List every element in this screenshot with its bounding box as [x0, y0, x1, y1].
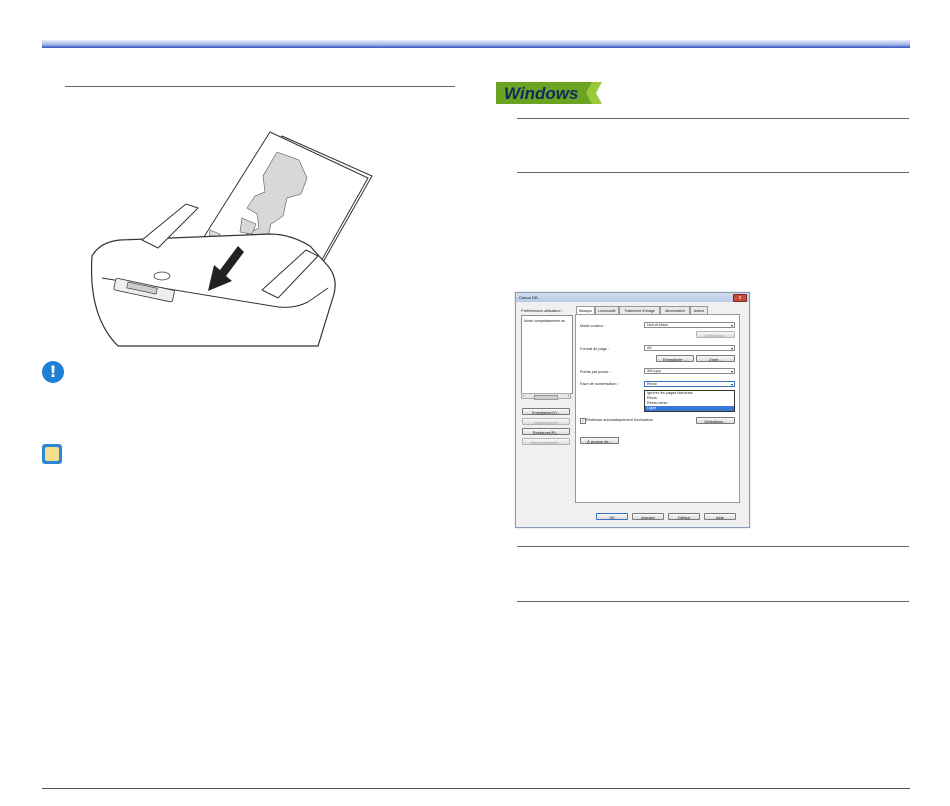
dropdown-option-highlighted[interactable]: Ligne: [645, 406, 734, 411]
chevron-down-icon: ▾: [730, 346, 733, 351]
tab-luminosite[interactable]: Luminosité: [595, 306, 619, 314]
backup-preferences-button[interactable]: Sauvegarder(K)...: [522, 438, 570, 445]
save-preferences-button[interactable]: Enregistrer(V)...: [522, 408, 570, 415]
dpi-value: 300 ppp: [647, 369, 661, 373]
preferences-list-item[interactable]: Mode compatissement au: [524, 319, 572, 323]
scan-side-value: Recto: [647, 382, 657, 386]
save-format-button[interactable]: Enregistrer ...: [656, 355, 694, 362]
hint-lightbulb-icon: [42, 444, 62, 464]
chevron-down-icon: ▾: [730, 369, 733, 374]
color-mode-select[interactable]: Noir et blanc ▾: [644, 322, 735, 328]
preferences-list[interactable]: Mode compatissement au: [521, 315, 573, 394]
dialog-title: Canon DR-: [519, 295, 540, 300]
caution-icon: !: [42, 361, 64, 383]
right-rule-3: [517, 546, 909, 547]
scan-side-dropdown-list: Ignorer les pages blanches Recto Recto-v…: [644, 390, 735, 412]
right-rule-2: [517, 172, 909, 173]
page-format-select[interactable]: A4 ▾: [644, 345, 735, 351]
windows-logo: Windows: [496, 82, 602, 104]
auto-deskew-label: Redresse automatiquement l'inclinaison: [586, 418, 653, 422]
preferences-scrollbar[interactable]: ‹ ›: [521, 393, 571, 400]
tab-alimentation[interactable]: Alimentation: [660, 306, 690, 314]
dpi-label: Points par pouce :: [580, 370, 611, 374]
scroll-left-arrow-icon[interactable]: ‹: [523, 394, 524, 398]
scan-side-select[interactable]: Recto ▾: [644, 381, 735, 387]
restore-preferences-button[interactable]: Restaurer(R)...: [522, 428, 570, 435]
chevron-down-icon: ▾: [730, 323, 733, 328]
right-rule-4: [517, 601, 909, 602]
chevron-down-icon: ▾: [730, 382, 733, 387]
page-format-label: Format de page :: [580, 347, 609, 351]
scanner-settings-dialog: Canon DR- x Préférences utilisateur : Mo…: [515, 292, 750, 528]
preferences-label: Préférences utilisateur :: [521, 308, 564, 313]
tab-autres[interactable]: Autres: [690, 306, 708, 314]
definitions-button-deskew[interactable]: Définitions...: [696, 417, 735, 424]
about-button[interactable]: À propos de...: [580, 437, 619, 444]
cancel-button[interactable]: Annuler: [632, 513, 664, 520]
top-header-bar: [42, 40, 910, 48]
tab-traitement-image[interactable]: Traitement d'image: [619, 306, 660, 314]
close-icon[interactable]: x: [733, 294, 747, 302]
dpi-select[interactable]: 300 ppp ▾: [644, 368, 735, 374]
dialog-title-bar: Canon DR- x: [516, 293, 749, 302]
ok-button[interactable]: OK: [596, 513, 628, 520]
left-section-rule: [65, 86, 455, 87]
color-mode-label: Mode couleur :: [580, 324, 606, 328]
definitions-button-color[interactable]: Définitions...: [696, 331, 735, 338]
scroll-thumb[interactable]: [534, 395, 558, 400]
right-rule-1: [517, 118, 909, 119]
color-mode-value: Noir et blanc: [647, 323, 669, 327]
help-button[interactable]: Aide: [704, 513, 736, 520]
scroll-right-arrow-icon[interactable]: ›: [568, 394, 569, 398]
default-button[interactable]: Défaut: [668, 513, 700, 520]
windows-logo-text: Windows: [504, 84, 578, 103]
page-format-value: A4: [647, 346, 652, 350]
scan-side-label: Face de numérisation :: [580, 382, 619, 386]
zone-button[interactable]: Zone...: [696, 355, 735, 362]
delete-preferences-button[interactable]: Supprimer(D): [522, 418, 570, 425]
scanner-illustration: [90, 131, 373, 347]
footer-rule: [42, 788, 910, 789]
